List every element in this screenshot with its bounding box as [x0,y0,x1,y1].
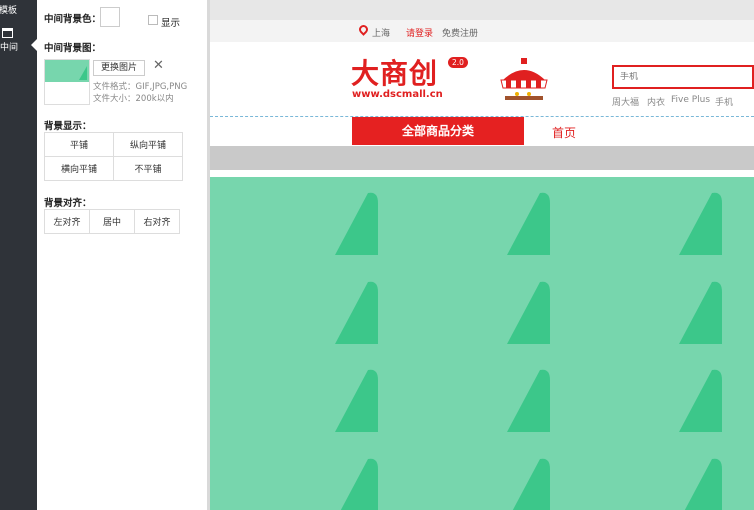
logo-version-badge: 2.0 [448,57,468,68]
search-box [612,65,754,89]
pattern-triangle [335,369,378,432]
pattern-triangle [340,458,378,510]
close-icon[interactable]: ✕ [153,58,164,73]
align-option-center[interactable]: 居中 [89,209,135,234]
layout-icon [2,28,13,38]
bg-image-label: 中间背景图： [44,43,102,54]
file-format-hint: 文件格式：GIF,JPG,PNG [93,82,188,92]
hot-word[interactable]: 内衣 [647,95,665,108]
hot-word[interactable]: 周大福 [612,95,639,108]
logo-url: www.dscmall.cn [352,89,443,100]
pattern-triangle [679,192,722,255]
display-option-no-tile[interactable]: 不平铺 [113,156,183,181]
pattern-triangle [335,192,378,255]
bg-color-swatch[interactable] [100,7,120,27]
pattern-triangle [512,458,550,510]
show-checkbox[interactable] [148,15,158,25]
bg-align-label: 背景对齐： [44,198,92,209]
bg-display-options: 平铺 纵向平铺 横向平铺 不平铺 [44,132,183,181]
background-pattern [335,192,722,510]
pattern-triangle [679,281,722,344]
location-text[interactable]: 上海 [372,26,390,39]
gray-band [210,146,754,170]
pattern-triangle [507,369,550,432]
rail-item-template[interactable]: 模板 [0,3,36,16]
pattern-triangle [507,281,550,344]
bg-align-options: 左对齐 居中 右对齐 [44,209,180,234]
align-option-left[interactable]: 左对齐 [44,209,90,234]
preview-shortcut-bar [210,20,754,42]
show-label: 显示 [161,18,181,29]
bg-image-thumbnail [44,59,90,105]
replace-image-button[interactable]: 更换图片 [93,60,145,76]
thumbnail-triangle [79,66,87,80]
editor-root: 模板 中间 中间背景色： 显示 中间背景图： 更换图片 ✕ 文件格式：GIF,J… [0,0,754,510]
hot-word[interactable]: Five Plus [671,95,710,105]
hot-word[interactable]: 手机 [715,95,733,108]
display-option-tile-horizontal[interactable]: 横向平铺 [44,156,114,181]
display-option-tile-vertical[interactable]: 纵向平铺 [113,132,183,157]
display-option-tile[interactable]: 平铺 [44,132,114,157]
bg-display-label: 背景显示： [44,121,92,132]
pattern-triangle [679,369,722,432]
left-rail: 模板 中间 [0,0,37,510]
login-link[interactable]: 请登录 [406,26,433,39]
page-preview: 上海 请登录 免费注册 大商创 2.0 www.dscmall.cn 周大福 内… [210,0,754,510]
preview-topbar [210,0,754,20]
shop-awning-icon [500,58,548,100]
settings-panel: 中间背景色： 显示 中间背景图： 更换图片 ✕ 文件格式：GIF,JPG,PNG… [37,0,208,510]
nav-home[interactable]: 首页 [552,124,576,141]
bg-color-label: 中间背景色： [44,14,102,25]
register-link[interactable]: 免费注册 [442,26,478,39]
pattern-triangle [507,192,550,255]
pattern-triangle [335,281,378,344]
site-logo[interactable]: 大商创 [351,52,438,92]
background-pattern-area [210,177,754,510]
search-input[interactable] [620,72,750,82]
align-option-right[interactable]: 右对齐 [134,209,180,234]
nav-all-categories[interactable]: 全部商品分类 [352,117,524,145]
rail-template-label: 模板 [0,6,18,16]
file-size-hint: 文件大小：200k以内 [93,94,174,104]
pattern-triangle [684,458,722,510]
